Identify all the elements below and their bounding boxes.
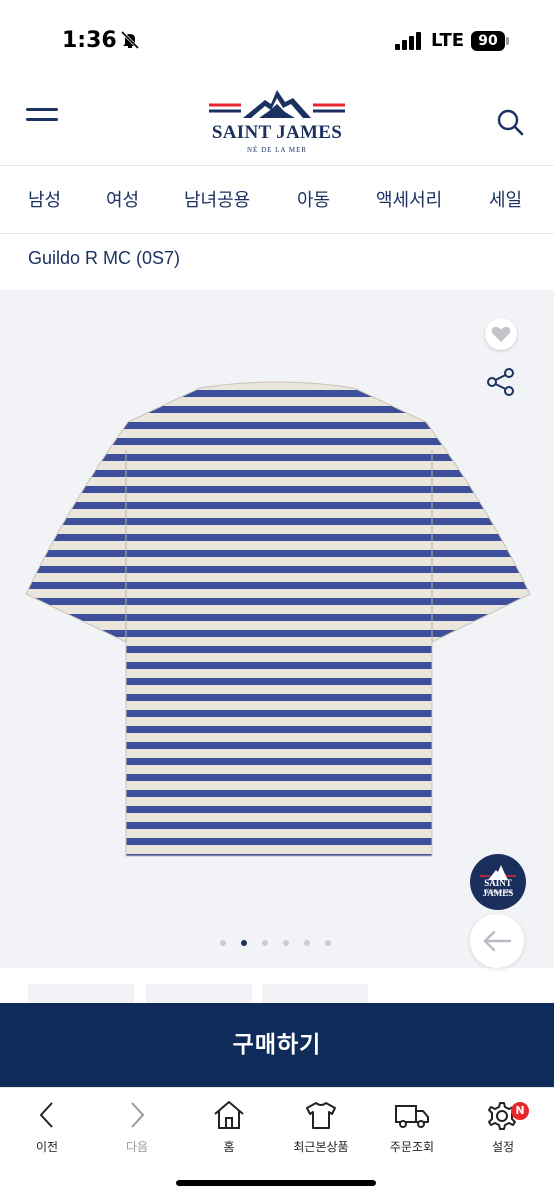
nav-home-label: 홈 bbox=[223, 1140, 235, 1154]
logo-mountain-icon bbox=[209, 90, 345, 118]
status-bar: 1:36 LTE 90 bbox=[0, 0, 554, 84]
nav-home[interactable]: 홈 bbox=[184, 1098, 274, 1160]
shirt-stripe bbox=[26, 790, 530, 797]
nav-settings-label: 설정 bbox=[491, 1140, 515, 1154]
wishlist-button[interactable] bbox=[485, 318, 517, 350]
home-indicator bbox=[176, 1180, 376, 1186]
nav-next-label: 다음 bbox=[125, 1140, 149, 1154]
network-type: LTE bbox=[431, 30, 465, 51]
shirt-stripe bbox=[26, 502, 530, 509]
shirt-stripe bbox=[26, 598, 530, 605]
category-nav: 남성 여성 남녀공용 아동 액세서리 세일 bbox=[0, 166, 554, 234]
category-accessories[interactable]: 액세서리 bbox=[376, 186, 442, 212]
brand-logo[interactable]: SAINT JAMES NÉ DE LA MER bbox=[203, 88, 351, 160]
nav-prev[interactable]: 이전 bbox=[2, 1098, 92, 1160]
shirt-stripe bbox=[26, 694, 530, 701]
shirt-stripe bbox=[26, 726, 530, 733]
shirt-stripe bbox=[26, 550, 530, 557]
carousel-dot[interactable] bbox=[304, 940, 310, 946]
shirt-stripe bbox=[26, 438, 530, 445]
shirt-stripe bbox=[26, 838, 530, 845]
nav-recent-label: 최근본상품 bbox=[293, 1140, 349, 1154]
badge-tagline: NÉ DE LA MER bbox=[483, 889, 513, 894]
shirt-stripe bbox=[26, 454, 530, 461]
search-icon[interactable] bbox=[496, 108, 524, 136]
shirt-stripe bbox=[26, 406, 530, 413]
truck-icon bbox=[395, 1105, 429, 1128]
battery-level: 90 bbox=[471, 31, 505, 51]
menu-icon[interactable] bbox=[26, 108, 58, 130]
shirt-stripe bbox=[26, 534, 530, 541]
nav-orders[interactable]: 주문조회 bbox=[367, 1098, 457, 1160]
nav-recent[interactable]: 최근본상품 bbox=[276, 1098, 366, 1160]
shirt-stripe bbox=[26, 646, 530, 653]
nav-next[interactable]: 다음 bbox=[92, 1098, 182, 1160]
product-gallery[interactable]: SAINT JAMES NÉ DE LA MER bbox=[0, 290, 554, 968]
chevron-right-icon bbox=[131, 1102, 145, 1128]
category-men[interactable]: 남성 bbox=[28, 186, 61, 212]
carousel-dot[interactable] bbox=[220, 940, 226, 946]
brand-badge[interactable]: SAINT JAMES NÉ DE LA MER bbox=[470, 854, 526, 910]
shirt-stripe bbox=[26, 390, 530, 397]
category-sale[interactable]: 세일 bbox=[489, 186, 522, 212]
shirt-stripe bbox=[26, 710, 530, 717]
shirt-stripe bbox=[26, 614, 530, 621]
category-kids[interactable]: 아동 bbox=[297, 186, 330, 212]
shirt-stripe bbox=[26, 742, 530, 749]
shirt-stripe bbox=[26, 630, 530, 637]
shirt-stripe bbox=[26, 678, 530, 685]
nav-orders-label: 주문조회 bbox=[389, 1140, 435, 1154]
shirt-stripe bbox=[26, 582, 530, 589]
shirt-stripe bbox=[26, 518, 530, 525]
back-fab-button[interactable] bbox=[470, 914, 524, 968]
category-women[interactable]: 여성 bbox=[106, 186, 139, 212]
badge-brand: SAINT JAMES bbox=[482, 878, 514, 898]
status-time: 1:36 bbox=[62, 28, 117, 53]
tshirt-icon bbox=[306, 1102, 336, 1129]
bell-muted-icon bbox=[120, 30, 140, 50]
shirt-stripe bbox=[26, 662, 530, 669]
battery-cap bbox=[506, 37, 509, 45]
thumbnail[interactable] bbox=[262, 984, 368, 1004]
heart-icon bbox=[491, 326, 511, 342]
brand-tagline: NÉ DE LA MER bbox=[246, 146, 308, 154]
chevron-left-icon bbox=[39, 1102, 53, 1128]
buy-button[interactable]: 구매하기 bbox=[0, 1003, 554, 1087]
home-icon bbox=[214, 1101, 244, 1129]
share-icon[interactable] bbox=[485, 366, 517, 398]
shirt-stripe bbox=[26, 758, 530, 765]
nav-prev-label: 이전 bbox=[35, 1140, 59, 1154]
nav-settings[interactable]: N 설정 bbox=[458, 1098, 548, 1160]
settings-new-badge: N bbox=[511, 1102, 529, 1120]
carousel-dot[interactable] bbox=[262, 940, 268, 946]
thumbnail[interactable] bbox=[28, 984, 134, 1004]
carousel-dot[interactable] bbox=[325, 940, 331, 946]
carousel-dot[interactable] bbox=[283, 940, 289, 946]
thumbnail[interactable] bbox=[146, 984, 252, 1004]
shirt-stripe bbox=[26, 774, 530, 781]
arrow-left-icon bbox=[483, 930, 512, 952]
shirt-stripe bbox=[26, 470, 530, 477]
signal-icon bbox=[395, 32, 421, 50]
app-header: SAINT JAMES NÉ DE LA MER bbox=[0, 84, 554, 166]
category-unisex[interactable]: 남녀공용 bbox=[184, 186, 250, 212]
shirt-stripe bbox=[26, 422, 530, 429]
shirt-stripe bbox=[26, 806, 530, 813]
shirt-stripe bbox=[26, 822, 530, 829]
shirt-stripe bbox=[26, 566, 530, 573]
brand-name: SAINT JAMES bbox=[211, 122, 343, 143]
carousel-dot-active[interactable] bbox=[241, 940, 247, 946]
product-title: Guildo R MC (0S7) bbox=[28, 248, 181, 268]
